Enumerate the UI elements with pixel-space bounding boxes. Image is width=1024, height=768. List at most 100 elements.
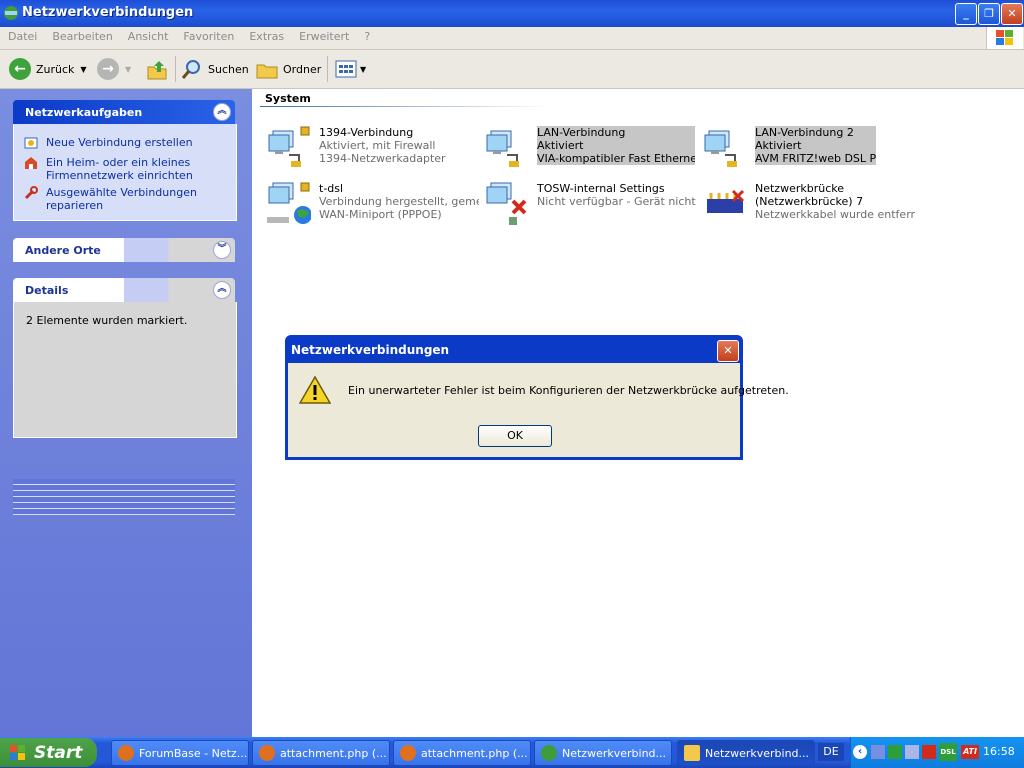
language-indicator[interactable]: DE [818,743,844,761]
lan-connection-icon [704,130,737,167]
connection-name: LAN-Verbindung [537,126,626,139]
folders-label: Ordner [283,62,322,76]
taskbar-item-label: Netzwerkverbind... [705,746,810,760]
windows-flag-icon [10,745,25,760]
forward-button[interactable]: → ▼ [97,57,131,81]
back-label: Zurück [36,62,75,76]
menu-bearbeiten[interactable]: Bearbeiten [44,27,119,43]
network-tasks-body: Neue Verbindung erstellen Ein Heim- oder… [13,124,237,221]
taskbar-item[interactable]: attachment.php (... [393,740,531,766]
folder-up-icon [147,61,167,80]
details-text: 2 Elemente wurden markiert. [26,314,188,327]
expand-chevron-icon[interactable]: ︾ [213,241,231,259]
restore-button[interactable]: ❐ [978,3,1000,25]
connection-1394-text: 1394-Verbindung Aktiviert, mit Firewall … [319,126,479,165]
connection-1394[interactable]: 1394-Verbindung Aktiviert, mit Firewall … [267,125,477,171]
repair-wrench-icon [24,186,38,200]
task-home-network[interactable]: Ein Heim- oder ein kleines Firmennetzwer… [24,156,204,182]
dialog-message: Ein unerwarteter Fehler ist beim Konfigu… [348,384,789,397]
menu-extras[interactable]: Extras [241,27,291,43]
connection-status: Nicht verfügbar - Gerät nicht ... [537,195,697,208]
other-places-header[interactable]: Andere Orte ︾ [13,238,235,262]
collapse-chevron-icon[interactable]: ︽ [213,103,231,121]
start-label: Start [34,743,83,763]
details-body: 2 Elemente wurden markiert. [13,302,237,438]
collapse-chevron-icon[interactable]: ︽ [213,281,231,299]
connection-device: VIA-kompatibler Fast Ethernet... [537,152,695,165]
connection-lan-2[interactable]: LAN-Verbindung 2 Aktiviert AVM FRITZ!web… [703,125,913,171]
details-header[interactable]: Details ︽ [13,278,235,302]
search-label: Suchen [208,62,249,76]
connection-status: Verbindung hergestellt, gemei... [319,195,479,208]
system-tray: ‹ DSL ATI 16:58 [850,737,1024,768]
antivirus-tray-icon[interactable] [922,745,936,759]
network-tasks-header[interactable]: Netzwerkaufgaben ︽ [13,100,235,124]
ok-button[interactable]: OK [478,425,552,447]
folders-icon [256,64,278,79]
clock[interactable]: 16:58 [983,745,1015,758]
connection-bridge-text: Netzwerkbrücke (Netzwerkbrücke) 7 Netzwe… [755,182,915,221]
windows-logo-icon [986,27,1023,49]
folders-button[interactable]: Ordner [256,57,321,81]
warning-icon [299,375,331,404]
back-button[interactable]: ← Zurück ▼ [9,57,87,81]
connection-lan[interactable]: LAN-Verbindung Aktiviert VIA-kompatibler… [485,125,695,171]
folder-icon [684,745,700,761]
connection-t-dsl-text: t-dsl Verbindung hergestellt, gemei... W… [319,182,479,221]
title-bar[interactable]: Netzwerkverbindungen _ ❐ ✕ [0,0,1024,27]
menu-favoriten[interactable]: Favoriten [175,27,241,43]
views-button[interactable]: ▼ [335,57,366,81]
connection-name: LAN-Verbindung 2 [755,126,854,139]
menu-erweitert[interactable]: Erweitert [291,27,356,43]
forward-dropdown-icon: ▼ [125,64,132,74]
menu-datei[interactable]: Datei [0,27,44,43]
back-dropdown-icon[interactable]: ▼ [80,65,86,74]
taskbar: Start ForumBase - Netz... attachment.php… [0,737,1024,768]
network-bridge-icon [707,189,745,213]
dsl-tray-icon[interactable]: DSL [939,743,957,761]
connection-tosw[interactable]: TOSW-internal Settings Nicht verfügbar -… [485,181,697,227]
network-tray-icon[interactable] [871,745,885,759]
dialog-title: Netzwerkverbindungen [291,343,450,357]
error-dialog: Netzwerkverbindungen ✕ Ein unerwarteter … [285,335,789,460]
ati-tray-icon[interactable]: ATI [961,745,979,759]
taskbar-item[interactable]: Netzwerkverbind... [534,740,672,766]
dialog-close-button[interactable]: ✕ [717,340,739,362]
network-tasks-title: Netzwerkaufgaben [25,106,143,119]
forward-arrow-icon: → [97,58,119,80]
window-title: Netzwerkverbindungen [22,5,194,20]
taskbar-item-label: ForumBase - Netz... [139,746,248,760]
task-new-connection-label: Neue Verbindung erstellen [46,136,193,149]
connection-t-dsl[interactable]: t-dsl Verbindung hergestellt, gemei... W… [267,181,479,227]
taskbar-item-label: attachment.php (... [280,746,387,760]
connection-status: (Netzwerkbrücke) 7 [755,195,864,208]
decorative-lines [13,479,235,515]
up-folder-button[interactable] [146,57,168,81]
menu-help[interactable]: ? [356,27,377,43]
task-home-network-label: Ein Heim- oder ein kleines Firmennetzwer… [46,156,193,182]
menu-ansicht[interactable]: Ansicht [120,27,176,43]
minimize-button[interactable]: _ [955,3,977,25]
network-tray-icon[interactable] [905,745,919,759]
connection-status: Aktiviert [755,139,802,152]
connection-tosw-text: TOSW-internal Settings Nicht verfügbar -… [537,182,697,208]
show-hidden-icons-button[interactable]: ‹ [853,745,867,759]
taskbar-item[interactable]: ForumBase - Netz... [111,740,249,766]
close-button[interactable]: ✕ [1001,3,1023,25]
dialog-body: Ein unerwarteter Fehler ist beim Konfigu… [288,363,789,457]
task-repair[interactable]: Ausgewählte Verbindungen reparieren [24,186,204,212]
meter-tray-icon[interactable] [888,745,902,759]
search-button[interactable]: Suchen [181,57,249,81]
connection-device: Netzwerkkabel wurde entfernt [755,208,915,221]
disabled-connection-icon [486,182,527,225]
taskbar-item-active[interactable]: Netzwerkverbind... [677,740,815,766]
start-button[interactable]: Start [0,738,97,767]
task-new-connection[interactable]: Neue Verbindung erstellen [24,136,193,150]
connection-bridge[interactable]: Netzwerkbrücke (Netzwerkbrücke) 7 Netzwe… [703,181,915,227]
taskbar-item[interactable]: attachment.php (... [252,740,390,766]
views-dropdown-icon: ▼ [360,64,367,74]
group-underline [260,106,550,107]
connection-name: Netzwerkbrücke [755,182,845,195]
lan-connection-icon [268,126,310,167]
firefox-icon [259,745,275,761]
